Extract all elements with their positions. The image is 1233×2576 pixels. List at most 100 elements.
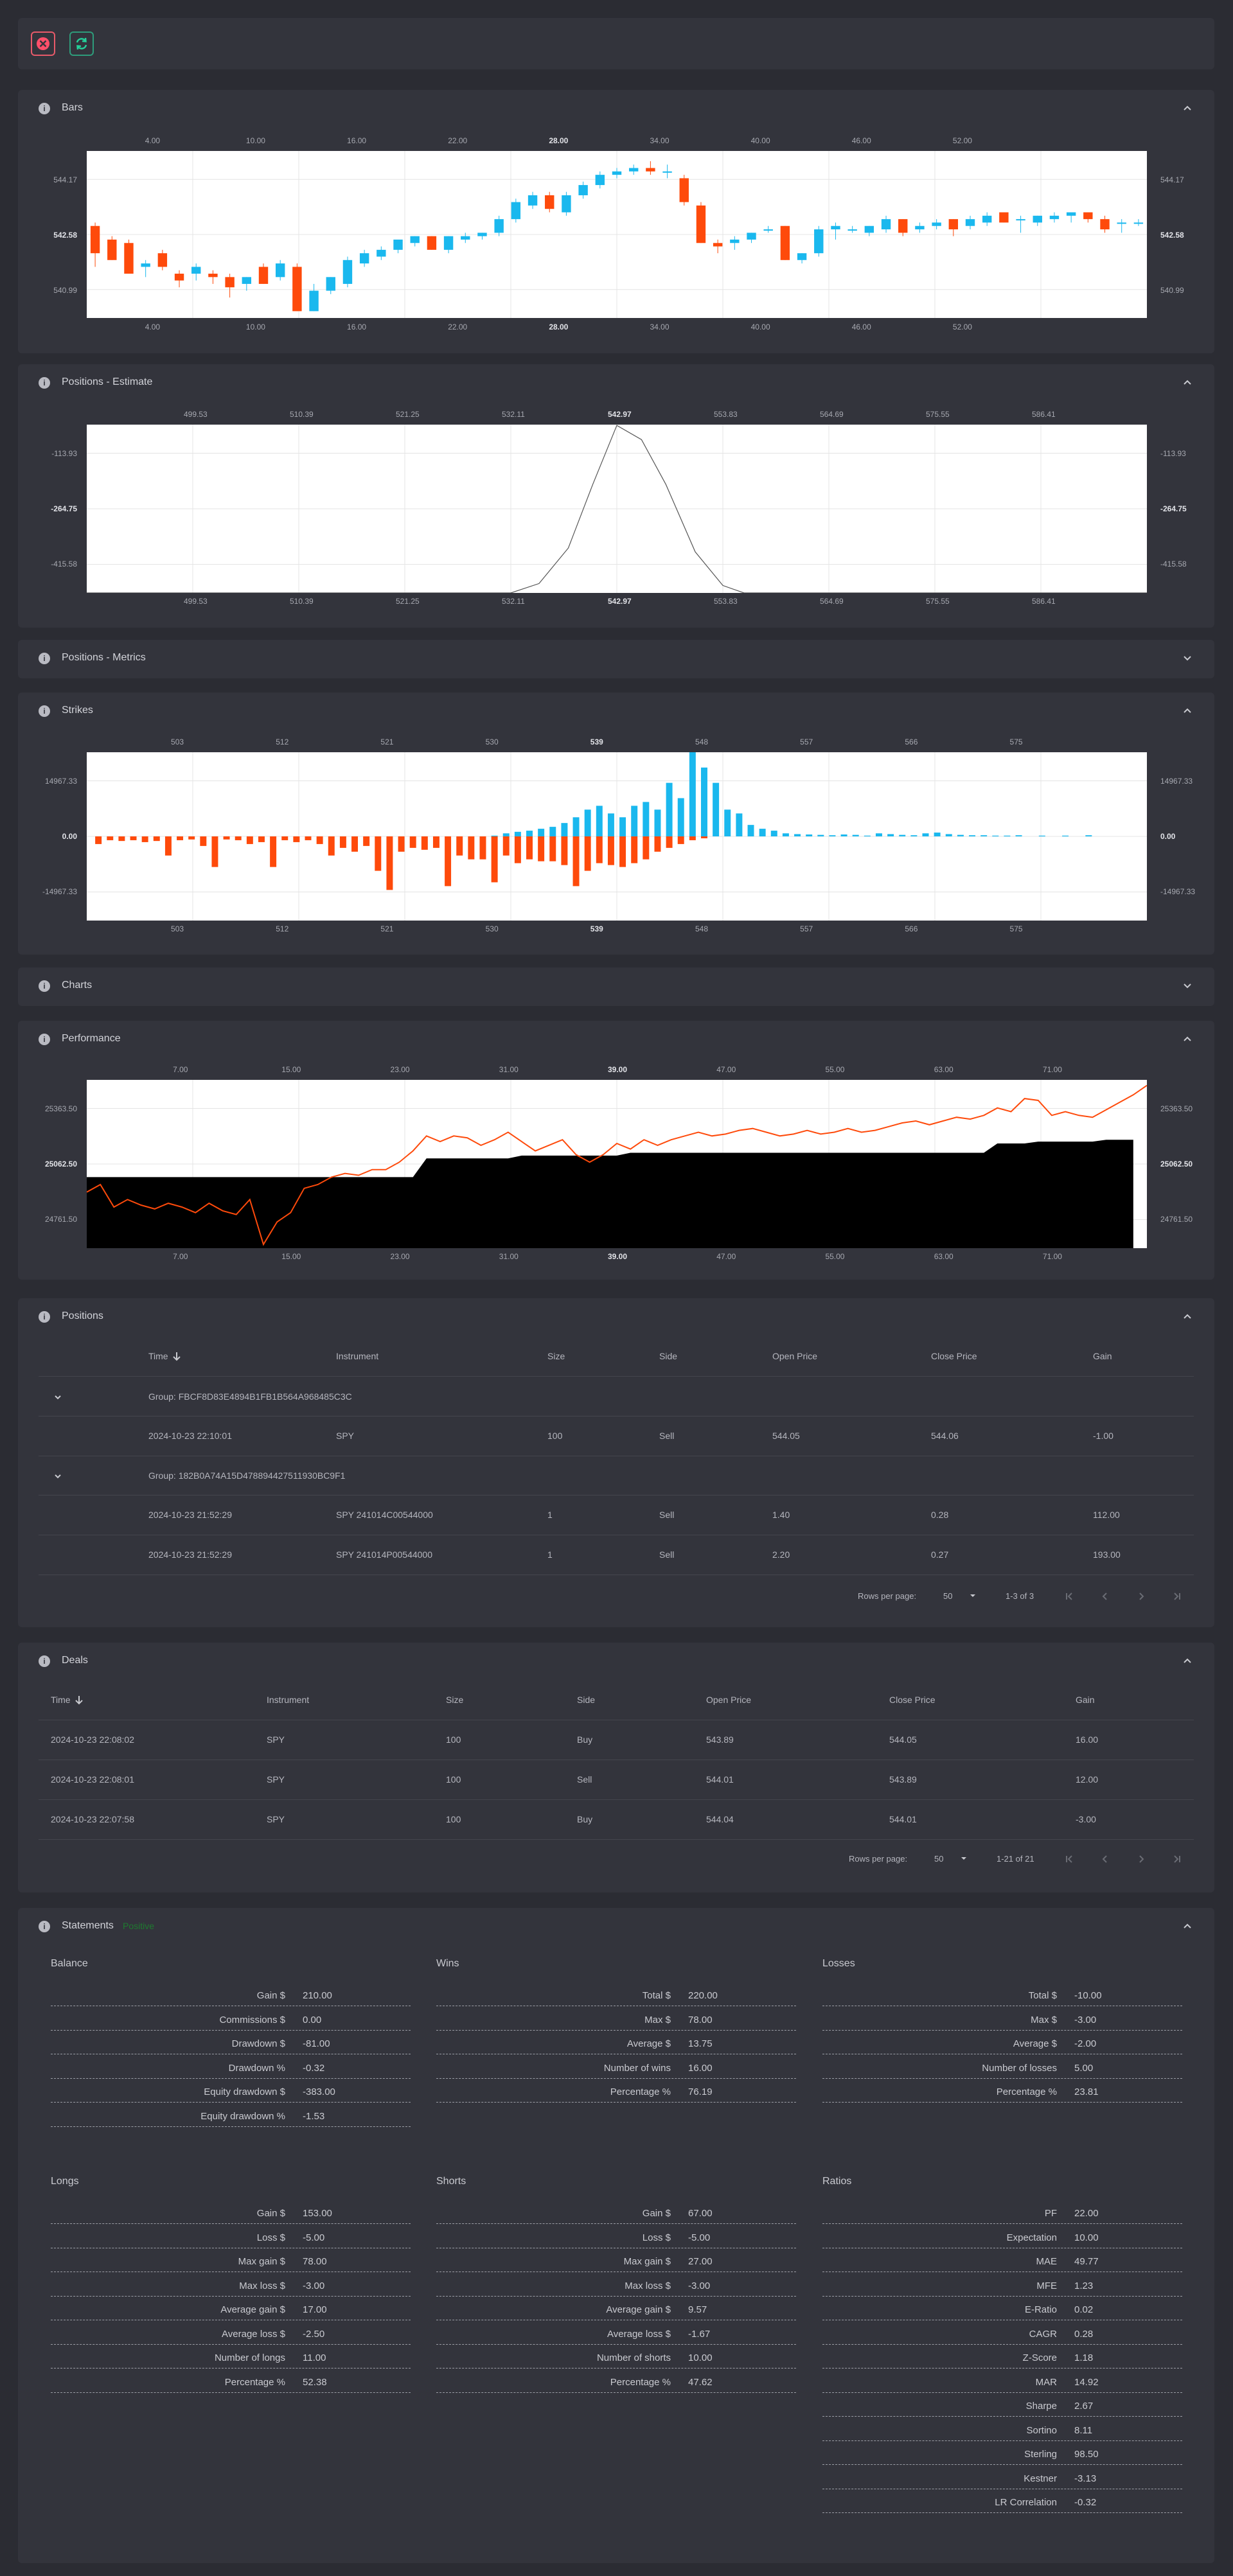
positions-header[interactable]: i Positions bbox=[18, 1298, 1214, 1334]
stat-label: MAE bbox=[1036, 2256, 1057, 2267]
statements-header[interactable]: i Statements Positive bbox=[18, 1908, 1214, 1944]
candle-body bbox=[763, 229, 773, 231]
col-side[interactable]: Side bbox=[659, 1351, 677, 1361]
x-tick-label: 499.53 bbox=[184, 597, 208, 606]
x-tick-label: 575.55 bbox=[926, 410, 950, 419]
table-row[interactable]: 2024-10-23 22:10:01 SPY 100 Sell 544.05 … bbox=[39, 1416, 1194, 1455]
cell-gain: 112.00 bbox=[1093, 1510, 1120, 1520]
rows-per-page-select[interactable]: 50 bbox=[943, 1587, 982, 1604]
rows-per-page-select[interactable]: 50 bbox=[934, 1850, 973, 1867]
table-row[interactable]: 2024-10-23 22:07:58 SPY 100 Buy 544.04 5… bbox=[39, 1800, 1194, 1839]
y-tick-label: 25062.50 bbox=[44, 1160, 77, 1169]
col-open-price[interactable]: Open Price bbox=[706, 1695, 751, 1705]
stat-row: Drawdown $ -81.00 bbox=[51, 2031, 411, 2054]
cell-instrument: SPY bbox=[267, 1774, 285, 1785]
table-row[interactable]: 2024-10-23 22:08:02 SPY 100 Buy 543.89 5… bbox=[39, 1720, 1194, 1759]
chevron-down-icon[interactable] bbox=[53, 1471, 63, 1481]
chevron-up-icon[interactable] bbox=[1180, 100, 1195, 116]
y-tick-label: 14967.33 bbox=[1160, 776, 1193, 786]
chevron-down-icon[interactable] bbox=[53, 1392, 63, 1402]
refresh-button[interactable] bbox=[69, 31, 94, 56]
stat-row: E-Ratio 0.02 bbox=[822, 2297, 1182, 2320]
chevron-up-icon[interactable] bbox=[1180, 1031, 1195, 1046]
next-page-icon[interactable] bbox=[1136, 1854, 1146, 1864]
deals-header[interactable]: i Deals bbox=[18, 1643, 1214, 1679]
col-gain[interactable]: Gain bbox=[1076, 1695, 1095, 1705]
stat-label: Number of wins bbox=[603, 2062, 671, 2074]
metrics-header[interactable]: i Positions - Metrics bbox=[18, 640, 1214, 676]
x-tick-label: 16.00 bbox=[347, 322, 367, 331]
col-instrument[interactable]: Instrument bbox=[267, 1695, 309, 1705]
stat-value: -383.00 bbox=[303, 2086, 335, 2097]
col-size[interactable]: Size bbox=[547, 1351, 565, 1361]
col-close-price[interactable]: Close Price bbox=[889, 1695, 936, 1705]
call-bar bbox=[643, 802, 650, 836]
table-row[interactable]: 2024-10-23 22:08:01 SPY 100 Sell 544.01 … bbox=[39, 1760, 1194, 1799]
stat-value: -2.50 bbox=[303, 2328, 325, 2340]
candle-body bbox=[1117, 222, 1126, 224]
chevron-up-icon[interactable] bbox=[1180, 1918, 1195, 1934]
metrics-title: Positions - Metrics bbox=[62, 652, 146, 663]
chevron-up-icon[interactable] bbox=[1180, 703, 1195, 718]
col-close-price[interactable]: Close Price bbox=[931, 1351, 977, 1361]
arrow-down-icon[interactable] bbox=[172, 1351, 182, 1361]
rows-per-page-value: 50 bbox=[943, 1591, 953, 1601]
first-page-icon[interactable] bbox=[1064, 1591, 1074, 1601]
strikes-header[interactable]: i Strikes bbox=[18, 693, 1214, 728]
performance-header[interactable]: i Performance bbox=[18, 1021, 1214, 1057]
group-label: Group: FBCF8D83E4894B1FB1B564A968485C3C bbox=[148, 1391, 352, 1402]
chevron-up-icon[interactable] bbox=[1180, 1653, 1195, 1668]
stop-button[interactable] bbox=[31, 31, 55, 56]
next-page-icon[interactable] bbox=[1136, 1591, 1146, 1601]
cell-open-price: 544.05 bbox=[772, 1431, 800, 1441]
stat-row: Total $ 220.00 bbox=[436, 1982, 796, 2006]
chevron-down-icon[interactable] bbox=[1180, 978, 1195, 993]
table-row[interactable]: 2024-10-23 21:52:29 SPY 241014C00544000 … bbox=[39, 1495, 1194, 1534]
cell-instrument: SPY 241014P00544000 bbox=[336, 1549, 432, 1560]
stat-value: 98.50 bbox=[1074, 2449, 1099, 2460]
put-bar bbox=[95, 836, 102, 844]
call-bar bbox=[713, 782, 720, 836]
stat-row: Percentage % 52.38 bbox=[51, 2369, 411, 2393]
col-instrument[interactable]: Instrument bbox=[336, 1351, 378, 1361]
stat-value: 10.00 bbox=[1074, 2232, 1099, 2243]
stat-label: Number of shorts bbox=[596, 2352, 671, 2363]
x-tick-label: 16.00 bbox=[347, 136, 367, 145]
estimate-header[interactable]: i Positions - Estimate bbox=[18, 364, 1214, 400]
first-page-icon[interactable] bbox=[1064, 1854, 1074, 1864]
cell-side: Sell bbox=[659, 1510, 675, 1520]
stat-label: Commissions $ bbox=[219, 2014, 285, 2025]
col-time[interactable]: Time bbox=[148, 1351, 168, 1361]
call-bar bbox=[782, 833, 789, 836]
col-time[interactable]: Time bbox=[51, 1695, 71, 1705]
cell-gain: 12.00 bbox=[1076, 1774, 1099, 1785]
call-bar bbox=[899, 834, 906, 836]
stat-value: -0.32 bbox=[1074, 2497, 1097, 2508]
stat-value: 13.75 bbox=[688, 2038, 713, 2049]
call-bar bbox=[969, 835, 976, 836]
put-bar bbox=[211, 836, 218, 867]
table-row[interactable]: 2024-10-23 21:52:29 SPY 241014P00544000 … bbox=[39, 1535, 1194, 1574]
previous-page-icon[interactable] bbox=[1100, 1854, 1110, 1864]
chevron-up-icon[interactable] bbox=[1180, 1309, 1195, 1324]
stat-row: Total $ -10.00 bbox=[822, 1982, 1182, 2006]
put-bar bbox=[631, 836, 638, 863]
col-side[interactable]: Side bbox=[577, 1695, 595, 1705]
col-gain[interactable]: Gain bbox=[1093, 1351, 1112, 1361]
chevron-up-icon[interactable] bbox=[1180, 375, 1195, 390]
col-size[interactable]: Size bbox=[446, 1695, 463, 1705]
cell-close-price: 544.05 bbox=[889, 1734, 917, 1745]
performance-title: Performance bbox=[62, 1033, 121, 1044]
arrow-down-icon[interactable] bbox=[74, 1695, 84, 1705]
chevron-down-icon[interactable] bbox=[1180, 650, 1195, 666]
charts-title: Charts bbox=[62, 980, 93, 991]
charts-header[interactable]: i Charts bbox=[18, 967, 1214, 1003]
put-bar bbox=[514, 836, 521, 863]
bars-header[interactable]: i Bars bbox=[18, 90, 1214, 126]
candle-body bbox=[915, 225, 925, 230]
x-tick-label: 34.00 bbox=[650, 136, 670, 145]
previous-page-icon[interactable] bbox=[1100, 1591, 1110, 1601]
col-open-price[interactable]: Open Price bbox=[772, 1351, 817, 1361]
last-page-icon[interactable] bbox=[1172, 1591, 1182, 1601]
last-page-icon[interactable] bbox=[1172, 1854, 1182, 1864]
